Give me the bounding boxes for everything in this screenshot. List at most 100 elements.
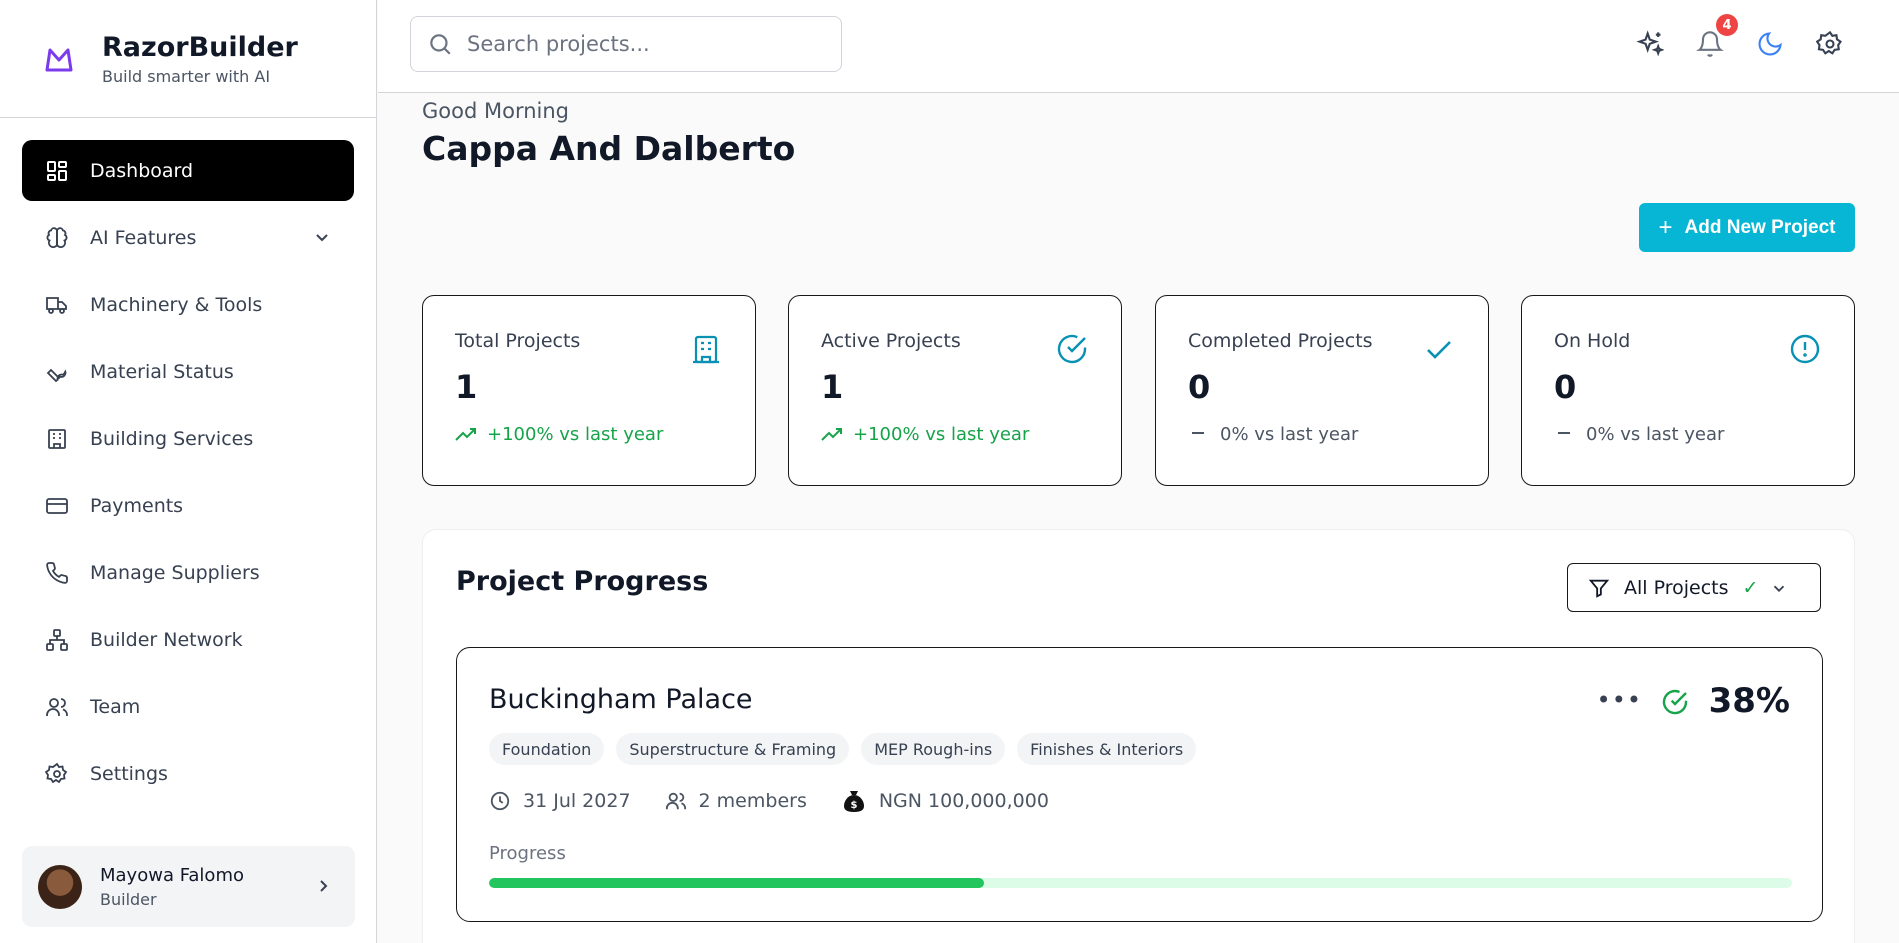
sidebar-item-dashboard[interactable]: Dashboard: [22, 140, 354, 201]
due-date-text: 31 Jul 2027: [523, 790, 631, 812]
sidebar-item-machinery-tools[interactable]: Machinery & Tools: [22, 274, 354, 335]
building-icon: [693, 335, 719, 364]
notification-badge: 4: [1716, 14, 1738, 36]
stat-trend: 0% vs last year: [1554, 424, 1822, 445]
sidebar-item-label: Machinery & Tools: [90, 293, 263, 316]
ai-sparkle-button[interactable]: [1634, 28, 1666, 60]
project-budget: $ NGN 100,000,000: [841, 788, 1049, 814]
check-icon: [1427, 341, 1451, 359]
stat-value: 0: [1554, 368, 1577, 406]
filter-check: ✓: [1742, 576, 1759, 599]
project-tag: Superstructure & Framing: [616, 733, 850, 765]
user-name: Mayowa Falomo: [100, 864, 244, 886]
project-name: Buckingham Palace: [489, 684, 753, 715]
chevron-down-icon: [1774, 585, 1785, 592]
user-profile-card[interactable]: Mayowa Falomo Builder: [22, 846, 355, 927]
sidebar-item-settings[interactable]: Settings: [22, 743, 354, 804]
filter-label: All Projects: [1624, 576, 1729, 599]
stat-trend-text: +100% vs last year: [487, 424, 664, 445]
sidebar-item-payments[interactable]: Payments: [22, 475, 354, 536]
minus-icon: [1554, 427, 1576, 443]
stat-card-active-projects: Active Projects 1 +100% vs last year: [788, 295, 1122, 486]
users-icon: [44, 694, 70, 720]
theme-toggle-button[interactable]: [1754, 28, 1786, 60]
stat-trend: +100% vs last year: [821, 424, 1089, 445]
sidebar-item-label: Builder Network: [90, 628, 243, 651]
brand-tagline: Build smarter with AI: [102, 66, 271, 86]
stat-label: Active Projects: [821, 330, 961, 352]
sidebar-item-label: Building Services: [90, 427, 254, 450]
stat-trend: +100% vs last year: [455, 424, 723, 445]
project-due-date: 31 Jul 2027: [489, 790, 631, 812]
stat-value: 1: [455, 368, 478, 406]
project-filter-dropdown[interactable]: All Projects ✓: [1567, 563, 1821, 612]
gear-icon: [1816, 30, 1842, 55]
sidebar-item-builder-network[interactable]: Builder Network: [22, 609, 354, 670]
gear-icon: [44, 761, 70, 787]
stat-label: Total Projects: [455, 330, 581, 352]
page-title: Cappa And Dalberto: [422, 129, 796, 168]
brain-icon: [44, 225, 70, 251]
building-icon: [44, 426, 70, 452]
trending-up-icon: [821, 427, 843, 443]
sidebar-item-manage-suppliers[interactable]: Manage Suppliers: [22, 542, 354, 603]
sidebar-item-label: Settings: [90, 762, 168, 785]
sidebar-item-team[interactable]: Team: [22, 676, 354, 737]
trending-up-icon: [455, 427, 477, 443]
moon-icon: [1758, 32, 1782, 56]
stat-trend-text: 0% vs last year: [1220, 424, 1359, 445]
search-input[interactable]: [467, 32, 827, 56]
stat-label: Completed Projects: [1188, 330, 1373, 352]
chevron-down-icon[interactable]: [312, 227, 332, 247]
stat-label: On Hold: [1554, 330, 1631, 352]
sidebar-item-ai-features[interactable]: AI Features: [22, 207, 354, 268]
brand[interactable]: RazorBuilder Build smarter with AI: [0, 0, 376, 118]
notifications-button[interactable]: 4: [1694, 14, 1738, 60]
project-members: 2 members: [665, 790, 807, 812]
stat-trend: 0% vs last year: [1188, 424, 1456, 445]
sidebar-item-label: Material Status: [90, 360, 234, 383]
stat-trend-text: 0% vs last year: [1586, 424, 1725, 445]
progress-bar-fill: [489, 878, 985, 888]
sidebar-item-label: Payments: [90, 494, 184, 517]
add-new-project-label: Add New Project: [1684, 216, 1836, 238]
check-circle-icon: [1662, 689, 1688, 715]
bell-icon: [1696, 31, 1724, 57]
brand-name: RazorBuilder: [102, 31, 298, 63]
alert-circle-icon: [1790, 334, 1820, 364]
stat-card-on-hold: On Hold 0 0% vs last year: [1521, 295, 1855, 486]
search-box[interactable]: [410, 16, 842, 72]
users-icon: [665, 790, 687, 812]
more-options-icon[interactable]: •••: [1597, 686, 1642, 714]
sidebar-item-material-status[interactable]: Material Status: [22, 341, 354, 402]
members-text: 2 members: [698, 790, 807, 812]
stat-card-completed-projects: Completed Projects 0 0% vs last year: [1155, 295, 1489, 486]
stat-card-total-projects: Total Projects 1 +100% vs last year: [422, 295, 756, 486]
minus-icon: [1188, 427, 1210, 443]
sidebar-item-label: Manage Suppliers: [90, 561, 260, 584]
top-header: 4: [378, 0, 1899, 93]
progress-bar: [489, 878, 1792, 888]
stat-trend-text: +100% vs last year: [853, 424, 1030, 445]
project-tag: Finishes & Interiors: [1017, 733, 1197, 765]
logo-icon: [45, 48, 73, 71]
truck-icon: [44, 292, 70, 318]
stat-value: 0: [1188, 368, 1211, 406]
chevron-right-icon: [320, 880, 328, 892]
plus-icon: +: [1658, 213, 1673, 241]
network-icon: [44, 627, 70, 653]
avatar: [38, 864, 82, 909]
add-new-project-button[interactable]: + Add New Project: [1639, 203, 1855, 252]
settings-button[interactable]: [1814, 28, 1846, 60]
sidebar-item-label: AI Features: [90, 226, 197, 249]
wrench-icon: [44, 359, 70, 385]
sidebar-item-building-services[interactable]: Building Services: [22, 408, 354, 469]
clock-icon: [489, 790, 511, 812]
project-card[interactable]: Buckingham Palace ••• 38% Foundation Sup…: [456, 647, 1823, 922]
project-percent: 38%: [1708, 681, 1790, 721]
progress-label: Progress: [489, 843, 566, 864]
credit-card-icon: [44, 493, 70, 519]
user-role: Builder: [100, 889, 157, 909]
project-tags: Foundation Superstructure & Framing MEP …: [489, 733, 1208, 765]
svg-text:$: $: [850, 800, 857, 811]
